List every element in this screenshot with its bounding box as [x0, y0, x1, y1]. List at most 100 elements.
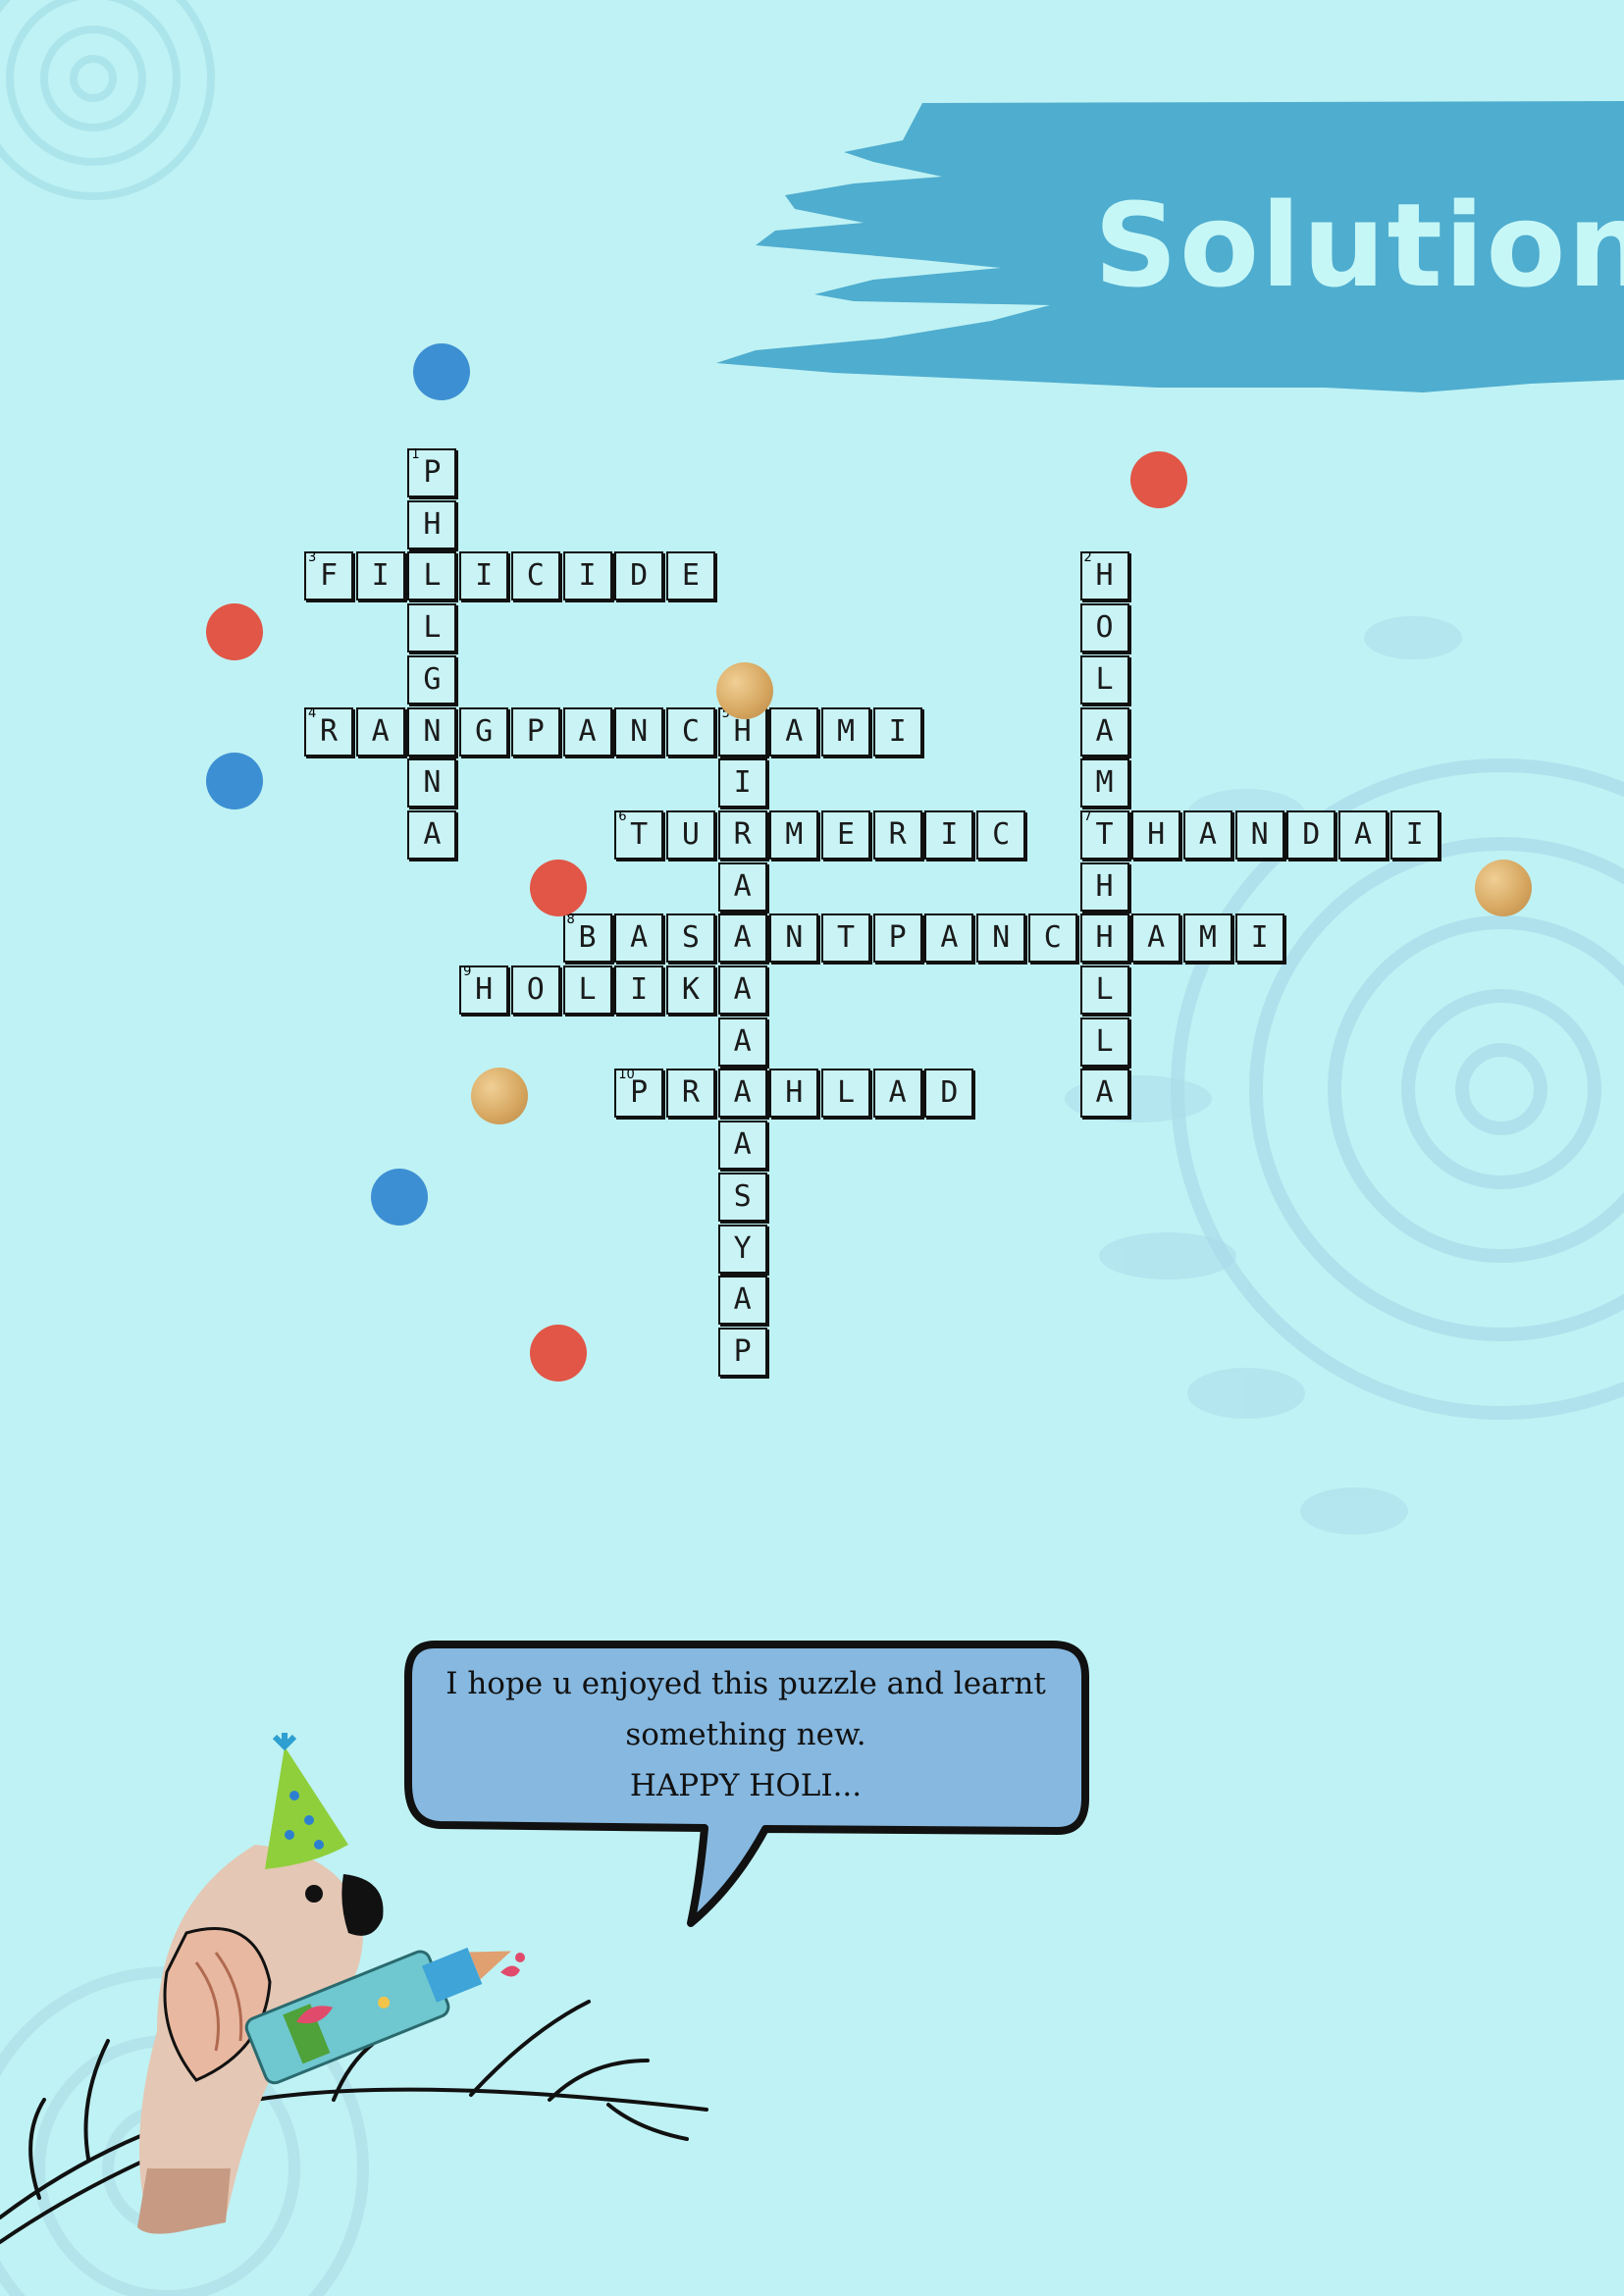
- crossword-cell: C: [976, 809, 1026, 860]
- crossword-cell: N: [769, 913, 819, 964]
- cell-letter: H: [475, 972, 494, 1007]
- crossword-cell: T: [821, 913, 870, 964]
- crossword-cell: C: [510, 551, 560, 601]
- cell-letter: A: [940, 920, 959, 956]
- crossword-cell: D: [614, 551, 664, 601]
- cell-letter: H: [1147, 816, 1166, 852]
- crossword-cell: R4: [304, 705, 353, 757]
- crossword-cell: S: [665, 913, 715, 964]
- cell-letter: P: [733, 1333, 752, 1369]
- crossword-cell: Y: [717, 1224, 767, 1274]
- clue-number: 10: [618, 1068, 635, 1083]
- crossword-cell: A: [562, 706, 612, 757]
- cell-letter: O: [1095, 610, 1114, 646]
- cell-letter: I: [940, 816, 959, 852]
- clue-number: 4: [308, 705, 317, 721]
- crossword-cell: A: [769, 706, 819, 757]
- crossword-cell: P: [510, 706, 560, 757]
- cell-letter: G: [475, 713, 494, 749]
- cell-letter: I: [888, 713, 907, 749]
- crossword-cell: T7: [1079, 809, 1129, 860]
- cell-letter: C: [1043, 920, 1062, 956]
- cell-letter: I: [578, 558, 597, 594]
- cell-letter: A: [733, 1127, 752, 1163]
- crossword-cell: S: [717, 1172, 767, 1222]
- cell-letter: A: [371, 713, 390, 749]
- cell-letter: I: [371, 558, 390, 594]
- cell-letter: N: [992, 920, 1011, 956]
- cell-letter: L: [1095, 661, 1114, 697]
- cell-letter: K: [681, 972, 700, 1007]
- cell-letter: D: [940, 1075, 959, 1111]
- crossword-cell: A: [872, 1069, 922, 1119]
- cell-letter: A: [1353, 816, 1373, 852]
- crossword-cell: T6: [614, 809, 664, 860]
- crossword-cell: I: [614, 965, 664, 1015]
- cell-letter: I: [733, 765, 752, 801]
- crossword-cell: A: [1079, 706, 1129, 757]
- crossword-cell: A: [614, 913, 664, 964]
- gold-dot: [1475, 860, 1532, 916]
- crossword-cell: A: [407, 809, 457, 860]
- cell-letter: N: [630, 713, 649, 749]
- crossword-cell: M: [1182, 913, 1232, 964]
- crossword-cell: I: [1389, 809, 1440, 860]
- red-dot: [206, 603, 263, 660]
- cell-letter: L: [423, 558, 442, 594]
- cell-letter: D: [1302, 816, 1321, 852]
- crossword-cell: H: [1131, 809, 1181, 860]
- blue-dot: [413, 343, 470, 400]
- cell-letter: L: [1095, 1023, 1114, 1059]
- crossword-cell: D: [924, 1069, 974, 1119]
- cell-letter: M: [1095, 765, 1114, 801]
- cell-letter: A: [733, 1075, 752, 1111]
- crossword-cell: P: [717, 1327, 767, 1377]
- crossword-cell: L: [407, 551, 457, 601]
- clue-number: 6: [618, 809, 627, 824]
- cell-letter: L: [1095, 972, 1114, 1007]
- cell-letter: A: [733, 868, 752, 904]
- cell-letter: U: [681, 816, 700, 852]
- cell-letter: G: [423, 661, 442, 697]
- cell-letter: H: [1095, 868, 1114, 904]
- crossword-cell: I: [355, 551, 405, 601]
- crossword-cell: N: [407, 706, 457, 757]
- crossword-cell: A: [717, 1276, 767, 1326]
- blue-dot: [206, 753, 263, 809]
- cell-letter: A: [733, 920, 752, 956]
- cell-letter: A: [630, 920, 649, 956]
- crossword-cell: A: [717, 1017, 767, 1067]
- crossword-cell: I: [1234, 913, 1284, 964]
- cell-letter: H: [785, 1075, 804, 1111]
- crossword-cell: A: [717, 1121, 767, 1171]
- cell-letter: A: [733, 1282, 752, 1318]
- red-dot: [530, 860, 587, 916]
- crossword-cell: N: [976, 913, 1026, 964]
- cell-letter: R: [733, 816, 752, 852]
- crossword-cell: R: [665, 1069, 715, 1119]
- cell-letter: I: [1250, 920, 1269, 956]
- crossword-cell: E: [665, 551, 715, 601]
- cell-letter: A: [1147, 920, 1166, 956]
- crossword-cell: L: [821, 1069, 870, 1119]
- crossword-cell: H9: [459, 965, 509, 1015]
- crossword-cell: H: [769, 1069, 819, 1119]
- crossword-cell: O: [1079, 603, 1129, 653]
- crossword-cell: N: [407, 758, 457, 809]
- cell-letter: P: [423, 455, 442, 490]
- cell-letter: P: [888, 920, 907, 956]
- crossword-cell: K: [665, 965, 715, 1015]
- cell-letter: A: [888, 1075, 907, 1111]
- crossword-cell: A: [717, 861, 767, 912]
- cell-letter: Y: [733, 1230, 752, 1266]
- crossword-cell: N: [1234, 809, 1284, 860]
- cell-letter: A: [578, 713, 597, 749]
- cell-letter: A: [733, 972, 752, 1007]
- cell-letter: M: [836, 713, 856, 749]
- cell-letter: N: [423, 713, 442, 749]
- cell-letter: A: [423, 816, 442, 852]
- cell-letter: R: [319, 713, 339, 749]
- cell-letter: E: [681, 558, 700, 594]
- crossword-cell: U: [665, 809, 715, 860]
- crossword-cell: I: [459, 551, 509, 601]
